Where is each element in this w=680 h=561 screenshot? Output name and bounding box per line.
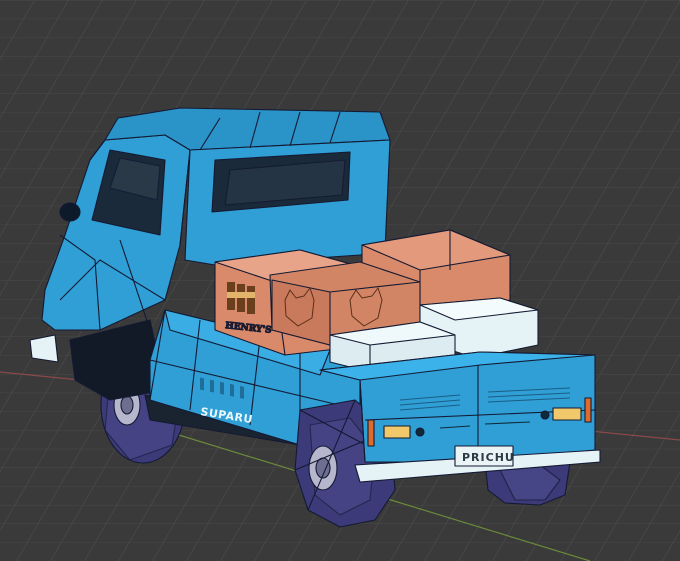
left-tail-light xyxy=(367,419,375,447)
3d-viewport[interactable]: HENRY'S PRICHU SUPARU xyxy=(0,0,680,561)
license-plate-text: PRICHU xyxy=(462,451,515,464)
right-reflector xyxy=(540,410,550,420)
right-lamp xyxy=(552,407,582,421)
box-bottle-art xyxy=(227,282,255,314)
left-lamp xyxy=(383,425,411,439)
right-tail-light xyxy=(584,397,592,423)
left-reflector xyxy=(415,427,425,437)
viewport-canvas: HENRY'S PRICHU SUPARU xyxy=(0,0,680,561)
